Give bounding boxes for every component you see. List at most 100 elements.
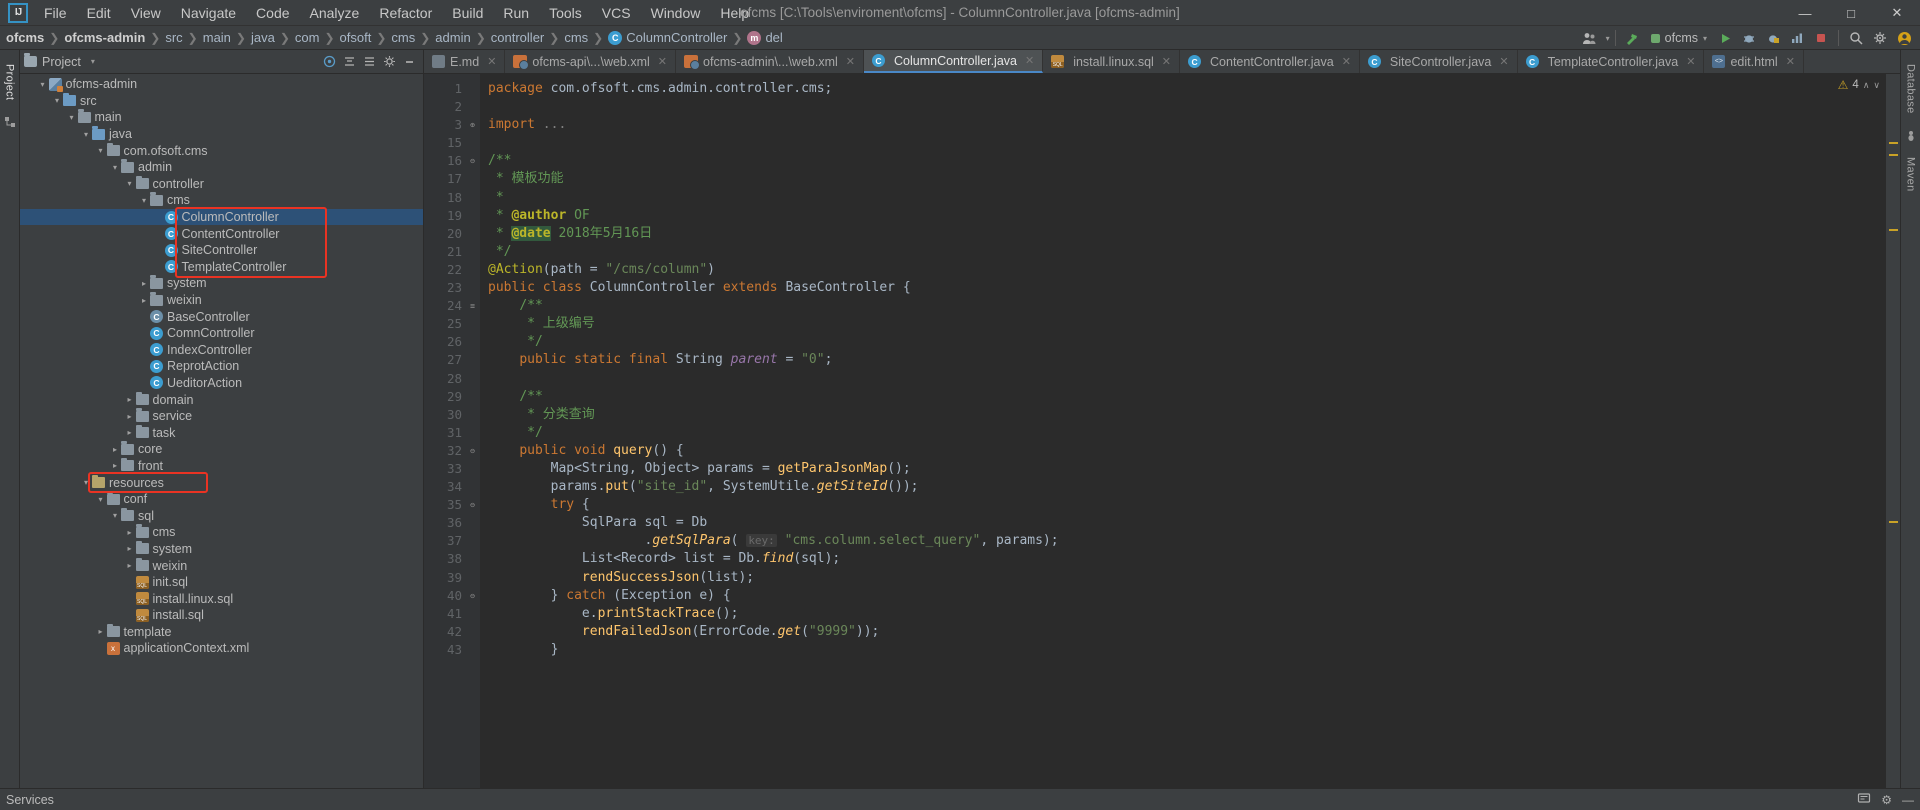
code-line[interactable]: /** bbox=[480, 388, 1886, 406]
breadcrumb-item-cms[interactable]: cms bbox=[391, 30, 415, 45]
code-line[interactable]: * @author OF bbox=[480, 207, 1886, 225]
chevron-right-icon[interactable]: ▸ bbox=[124, 561, 136, 570]
code-line[interactable]: public static final String parent = "0"; bbox=[480, 351, 1886, 369]
code-line[interactable] bbox=[480, 98, 1886, 116]
close-button[interactable]: ✕ bbox=[1874, 0, 1920, 26]
line-number[interactable]: 34 bbox=[424, 478, 480, 496]
editor-tab-e-md[interactable]: E.md ✕ bbox=[424, 50, 506, 73]
code-line[interactable]: @Action(path = "/cms/column") bbox=[480, 261, 1886, 279]
chevron-right-icon[interactable]: ▸ bbox=[138, 296, 150, 305]
coverage-button[interactable] bbox=[1762, 27, 1784, 49]
breadcrumb-item-ofcms[interactable]: ofcms bbox=[6, 30, 44, 45]
menu-run[interactable]: Run bbox=[493, 2, 539, 24]
code-fold-icon[interactable]: ⊖ bbox=[468, 501, 477, 510]
line-number[interactable]: 3 ⊕ bbox=[424, 116, 480, 134]
code-line[interactable]: try { bbox=[480, 496, 1886, 514]
code-line[interactable]: SqlPara sql = Db bbox=[480, 514, 1886, 532]
breadcrumb-item-main[interactable]: main bbox=[203, 30, 231, 45]
tree-node[interactable]: ▾ src bbox=[20, 92, 423, 110]
chevron-right-icon[interactable]: ▸ bbox=[124, 428, 136, 437]
close-tab-icon[interactable]: ✕ bbox=[1686, 55, 1695, 68]
chevron-down-icon[interactable]: ▾ bbox=[95, 495, 107, 504]
menu-view[interactable]: View bbox=[121, 2, 171, 24]
code-content[interactable]: package com.ofsoft.cms.admin.controller.… bbox=[480, 74, 1886, 788]
editor-tab-install-linux-sql[interactable]: install.linux.sql ✕ bbox=[1043, 50, 1181, 73]
chevron-right-icon[interactable]: ▸ bbox=[124, 544, 136, 553]
tree-node[interactable]: install.sql bbox=[20, 607, 423, 624]
tree-node[interactable]: install.linux.sql bbox=[20, 590, 423, 607]
code-fold-icon[interactable]: ⊖ bbox=[468, 591, 477, 600]
code-line[interactable]: /** bbox=[480, 297, 1886, 315]
chevron-down-icon[interactable]: ▾ bbox=[138, 196, 150, 205]
line-number[interactable]: 16 ⊖ bbox=[424, 152, 480, 170]
structure-icon[interactable] bbox=[4, 116, 16, 131]
breadcrumb-item-admin[interactable]: admin bbox=[435, 30, 470, 45]
menu-navigate[interactable]: Navigate bbox=[171, 2, 246, 24]
avatar-icon[interactable] bbox=[1893, 27, 1915, 49]
line-number[interactable]: 29 bbox=[424, 388, 480, 406]
menu-build[interactable]: Build bbox=[442, 2, 493, 24]
close-tab-icon[interactable]: ✕ bbox=[1025, 54, 1034, 67]
code-line[interactable]: */ bbox=[480, 424, 1886, 442]
chevron-right-icon[interactable]: ▸ bbox=[124, 412, 136, 421]
tree-node[interactable]: ▾ resources bbox=[20, 474, 423, 491]
code-line[interactable]: Map<String, Object> params = getParaJson… bbox=[480, 460, 1886, 478]
expand-icon[interactable] bbox=[359, 52, 379, 72]
tree-node[interactable]: ▾ ofcms-admin bbox=[20, 76, 423, 93]
line-number[interactable]: 2 bbox=[424, 98, 480, 116]
line-number[interactable]: 33 bbox=[424, 460, 480, 478]
maximize-button[interactable]: □ bbox=[1828, 0, 1874, 26]
tree-node[interactable]: C BaseController bbox=[20, 308, 423, 325]
line-number[interactable]: 1 bbox=[424, 80, 480, 98]
line-number[interactable]: 19 bbox=[424, 207, 480, 225]
sidebar-item-database[interactable]: Database bbox=[1903, 58, 1919, 120]
tree-node[interactable]: ▸ weixin bbox=[20, 292, 423, 309]
line-number[interactable]: 24 ≡ bbox=[424, 297, 480, 315]
code-line[interactable]: rendFailedJson(ErrorCode.get("9999")); bbox=[480, 623, 1886, 641]
line-number-gutter[interactable]: 1 2 3 ⊕ 15 16 ⊖ 17 18 19 20 21 22 23 24 ≡ 25 26 27 28 29 30 31… bbox=[424, 74, 480, 788]
run-button[interactable] bbox=[1714, 27, 1736, 49]
code-line[interactable]: * 上级编号 bbox=[480, 315, 1886, 333]
line-number[interactable]: 38 bbox=[424, 550, 480, 568]
line-number[interactable]: 31 bbox=[424, 424, 480, 442]
breadcrumb-item-src[interactable]: src bbox=[165, 30, 182, 45]
chevron-down-icon[interactable]: ▾ bbox=[80, 130, 92, 139]
code-fold-icon[interactable]: ⊖ bbox=[468, 157, 477, 166]
minimize-button[interactable]: — bbox=[1782, 0, 1828, 26]
editor-tab-bar[interactable]: E.md ✕ ofcms-api\...\web.xml ✕ ofcms-admin\.… bbox=[424, 50, 1900, 74]
menu-vcs[interactable]: VCS bbox=[592, 2, 641, 24]
stop-button[interactable] bbox=[1810, 27, 1832, 49]
menu-help[interactable]: Help bbox=[710, 2, 759, 24]
chevron-down-icon[interactable]: ▾ bbox=[66, 113, 78, 122]
editor-tab-contentcontroller-java[interactable]: C ContentController.java ✕ bbox=[1180, 50, 1360, 73]
chevron-right-icon[interactable]: ▸ bbox=[124, 528, 136, 537]
line-number[interactable]: 18 bbox=[424, 189, 480, 207]
tree-node[interactable]: ▸ system bbox=[20, 540, 423, 558]
tree-node[interactable]: C ContentController bbox=[20, 225, 423, 242]
chevron-right-icon[interactable]: ▸ bbox=[109, 445, 121, 454]
code-line[interactable]: public void query() { bbox=[480, 442, 1886, 460]
line-number[interactable]: 21 bbox=[424, 243, 480, 261]
tree-node[interactable]: ▾ sql bbox=[20, 507, 423, 524]
tree-node[interactable]: ▾ conf bbox=[20, 491, 423, 508]
prev-problem-icon[interactable]: ∧ bbox=[1863, 80, 1870, 91]
line-number[interactable]: 20 bbox=[424, 225, 480, 243]
user-icon[interactable] bbox=[1578, 27, 1600, 49]
editor-tab-ofcms-api-web-xml[interactable]: ofcms-api\...\web.xml ✕ bbox=[505, 50, 677, 73]
tree-node[interactable]: ▸ template bbox=[20, 623, 423, 641]
menu-file[interactable]: File bbox=[34, 2, 77, 24]
chevron-down-icon[interactable]: ▾ bbox=[91, 57, 95, 66]
close-tab-icon[interactable]: ✕ bbox=[1162, 55, 1171, 68]
close-tab-icon[interactable]: ✕ bbox=[1499, 55, 1508, 68]
tree-node[interactable]: ▾ controller bbox=[20, 175, 423, 193]
code-line[interactable]: } bbox=[480, 641, 1886, 659]
line-number[interactable]: 42 bbox=[424, 623, 480, 641]
breadcrumb-item-ofcms-admin[interactable]: ofcms-admin bbox=[64, 30, 145, 45]
code-fold-icon[interactable]: ≡ bbox=[468, 302, 477, 311]
line-number[interactable]: 32 ⊖ bbox=[424, 442, 480, 460]
warning-marker[interactable] bbox=[1889, 142, 1898, 144]
chevron-down-icon[interactable]: ▾ bbox=[37, 80, 49, 89]
code-line[interactable]: public class ColumnController extends Ba… bbox=[480, 279, 1886, 297]
chevron-down-icon[interactable]: ▾ bbox=[124, 179, 136, 188]
line-number[interactable]: 43 bbox=[424, 641, 480, 659]
